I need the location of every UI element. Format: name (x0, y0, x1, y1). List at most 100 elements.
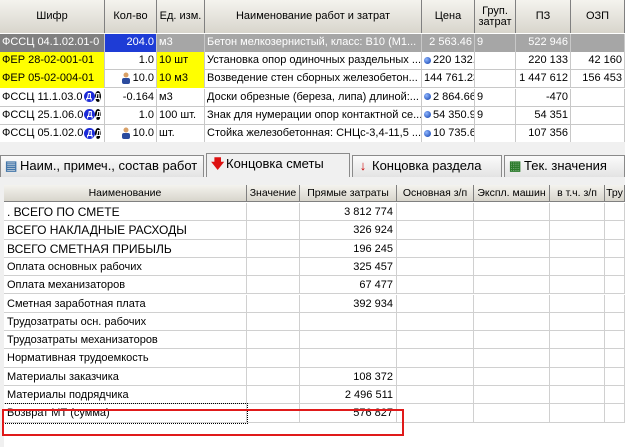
tab-section-ending[interactable]: ↓ Концовка раздела (352, 155, 502, 177)
summary-cell-name[interactable]: Трудозатраты осн. рабочих (4, 312, 247, 332)
summary-cell-incl[interactable] (550, 276, 605, 295)
summary-cell-incl[interactable] (550, 257, 605, 277)
summary-cell-lab[interactable] (605, 349, 625, 368)
col-pz[interactable]: ПЗ (516, 0, 571, 33)
summary-cell-basic[interactable] (397, 276, 474, 295)
summary-cell-mach[interactable] (474, 312, 550, 332)
cell-price[interactable]: 220 132.71 (422, 52, 475, 71)
list-item[interactable]: Материалы заказчика 108 372 (4, 367, 625, 386)
cell-name[interactable]: Стойка железобетонная: СНЦс-3,4-11,5 ... (205, 125, 422, 142)
table-row[interactable]: ФССЦ 11.1.03.0 Д Д -0.164 м3 Доски обрезные (… (0, 88, 625, 107)
cell-qty[interactable]: 10.0 (105, 125, 157, 142)
cell-unit[interactable]: 10 шт (157, 52, 205, 71)
summary-cell-incl[interactable] (550, 312, 605, 332)
cell-ozp[interactable] (571, 88, 625, 107)
cell-ozp[interactable]: 156 453 (571, 70, 625, 89)
summary-cell-mach[interactable] (474, 203, 550, 222)
cell-qty[interactable]: 204.0 (105, 34, 157, 52)
cell-name[interactable]: Возведение стен сборных железобетон... (205, 70, 422, 89)
cell-price[interactable]: 144 761.23 (422, 70, 475, 89)
cell-unit[interactable]: шт. (157, 125, 205, 142)
cell-price[interactable]: 2 864.66 (422, 88, 475, 107)
cell-ozp[interactable] (571, 106, 625, 125)
summary-cell-basic[interactable] (397, 367, 474, 386)
summary-cell-direct[interactable]: 196 245 (300, 239, 397, 258)
list-item[interactable]: Сметная заработная плата 392 934 (4, 294, 625, 313)
summary-cell-mach[interactable] (474, 331, 550, 350)
list-item[interactable]: . ВСЕГО ПО СМЕТЕ 3 812 774 (4, 203, 625, 222)
summary-cell-name[interactable]: Оплата основных рабочих (4, 257, 247, 277)
summary-cell-lab[interactable] (605, 312, 625, 332)
cell-unit[interactable]: м3 (157, 88, 205, 107)
summary-cell-name[interactable]: Нормативная трудоемкость (4, 349, 247, 368)
summary-cell-mach[interactable] (474, 276, 550, 295)
summary-col-direct[interactable]: Прямые затраты (300, 185, 397, 202)
summary-col-incl-pay[interactable]: в т.ч. з/п (550, 185, 605, 202)
cell-group[interactable]: 9 (475, 34, 516, 52)
summary-cell-lab[interactable] (605, 367, 625, 386)
list-item[interactable]: Материалы подрядчика 2 496 511 (4, 386, 625, 405)
cell-name[interactable]: Установка опор одиночных раздельных ... (205, 52, 422, 71)
summary-col-machines[interactable]: Экспл. машин (474, 185, 550, 202)
summary-col-basic-pay[interactable]: Основная з/п (397, 185, 474, 202)
cell-unit[interactable]: 100 шт. (157, 106, 205, 125)
summary-cell-incl[interactable] (550, 331, 605, 350)
summary-cell-value[interactable] (247, 203, 300, 222)
summary-cell-incl[interactable] (550, 367, 605, 386)
summary-cell-basic[interactable] (397, 386, 474, 405)
cell-group[interactable]: 9 (475, 88, 516, 107)
summary-cell-lab[interactable] (605, 294, 625, 313)
summary-cell-name[interactable]: Сметная заработная плата (4, 294, 247, 313)
summary-cell-direct[interactable] (300, 331, 397, 350)
cell-qty[interactable]: 10.0 (105, 70, 157, 89)
cell-code[interactable]: ФССЦ 04.1.02.01-0 (0, 34, 105, 52)
summary-cell-name[interactable]: . ВСЕГО ПО СМЕТЕ (4, 203, 247, 222)
cell-group[interactable] (475, 125, 516, 142)
table-row[interactable]: ФССЦ 25.1.06.0 Д Д 1.0 100 шт. Знак для нумер… (0, 106, 625, 125)
summary-col-labor[interactable]: Тру (605, 185, 625, 202)
summary-cell-lab[interactable] (605, 239, 625, 258)
summary-cell-lab[interactable] (605, 221, 625, 240)
cell-ozp[interactable] (571, 34, 625, 52)
col-unit[interactable]: Ед. изм. (157, 0, 205, 33)
summary-cell-direct[interactable]: 325 457 (300, 257, 397, 277)
summary-cell-name[interactable]: Оплата механизаторов (4, 276, 247, 295)
summary-cell-name[interactable]: Трудозатраты механизаторов (4, 331, 247, 350)
table-row[interactable]: ФЕР 28-02-001-01 1.0 10 шт Установка опор о… (0, 52, 625, 71)
summary-cell-basic[interactable] (397, 349, 474, 368)
cell-unit[interactable]: 10 м3 (157, 70, 205, 89)
summary-cell-lab[interactable] (605, 276, 625, 295)
cell-ozp[interactable]: 42 160 (571, 52, 625, 71)
summary-cell-basic[interactable] (397, 203, 474, 222)
cell-unit[interactable]: м3 (157, 34, 205, 52)
summary-cell-direct[interactable]: 392 934 (300, 294, 397, 313)
summary-cell-mach[interactable] (474, 294, 550, 313)
summary-cell-value[interactable] (247, 349, 300, 368)
col-ozp[interactable]: ОЗП (571, 0, 625, 33)
summary-cell-basic[interactable] (397, 294, 474, 313)
summary-cell-value[interactable] (247, 331, 300, 350)
cell-qty[interactable]: -0.164 (105, 88, 157, 107)
cell-pz[interactable]: -470 (516, 88, 571, 107)
cell-code[interactable]: ФССЦ 05.1.02.0 Д Д (0, 125, 105, 142)
summary-cell-value[interactable] (247, 294, 300, 313)
summary-cell-lab[interactable] (605, 386, 625, 405)
cell-group[interactable]: 9 (475, 106, 516, 125)
cell-pz[interactable]: 107 356 (516, 125, 571, 142)
summary-cell-name[interactable]: Материалы подрядчика (4, 386, 247, 405)
summary-cell-mach[interactable] (474, 239, 550, 258)
summary-cell-incl[interactable] (550, 404, 605, 423)
summary-cell-lab[interactable] (605, 203, 625, 222)
summary-col-value[interactable]: Значение (247, 185, 300, 202)
summary-cell-incl[interactable] (550, 239, 605, 258)
summary-cell-incl[interactable] (550, 386, 605, 405)
list-item[interactable]: Оплата механизаторов 67 477 (4, 276, 625, 295)
summary-cell-incl[interactable] (550, 221, 605, 240)
summary-cell-incl[interactable] (550, 294, 605, 313)
summary-cell-basic[interactable] (397, 239, 474, 258)
summary-cell-mach[interactable] (474, 221, 550, 240)
tab-estimate-ending[interactable]: 🡇 Концовка сметы (206, 153, 350, 177)
summary-cell-mach[interactable] (474, 349, 550, 368)
list-item[interactable]: Трудозатраты осн. рабочих (4, 312, 625, 332)
summary-cell-value[interactable] (247, 276, 300, 295)
